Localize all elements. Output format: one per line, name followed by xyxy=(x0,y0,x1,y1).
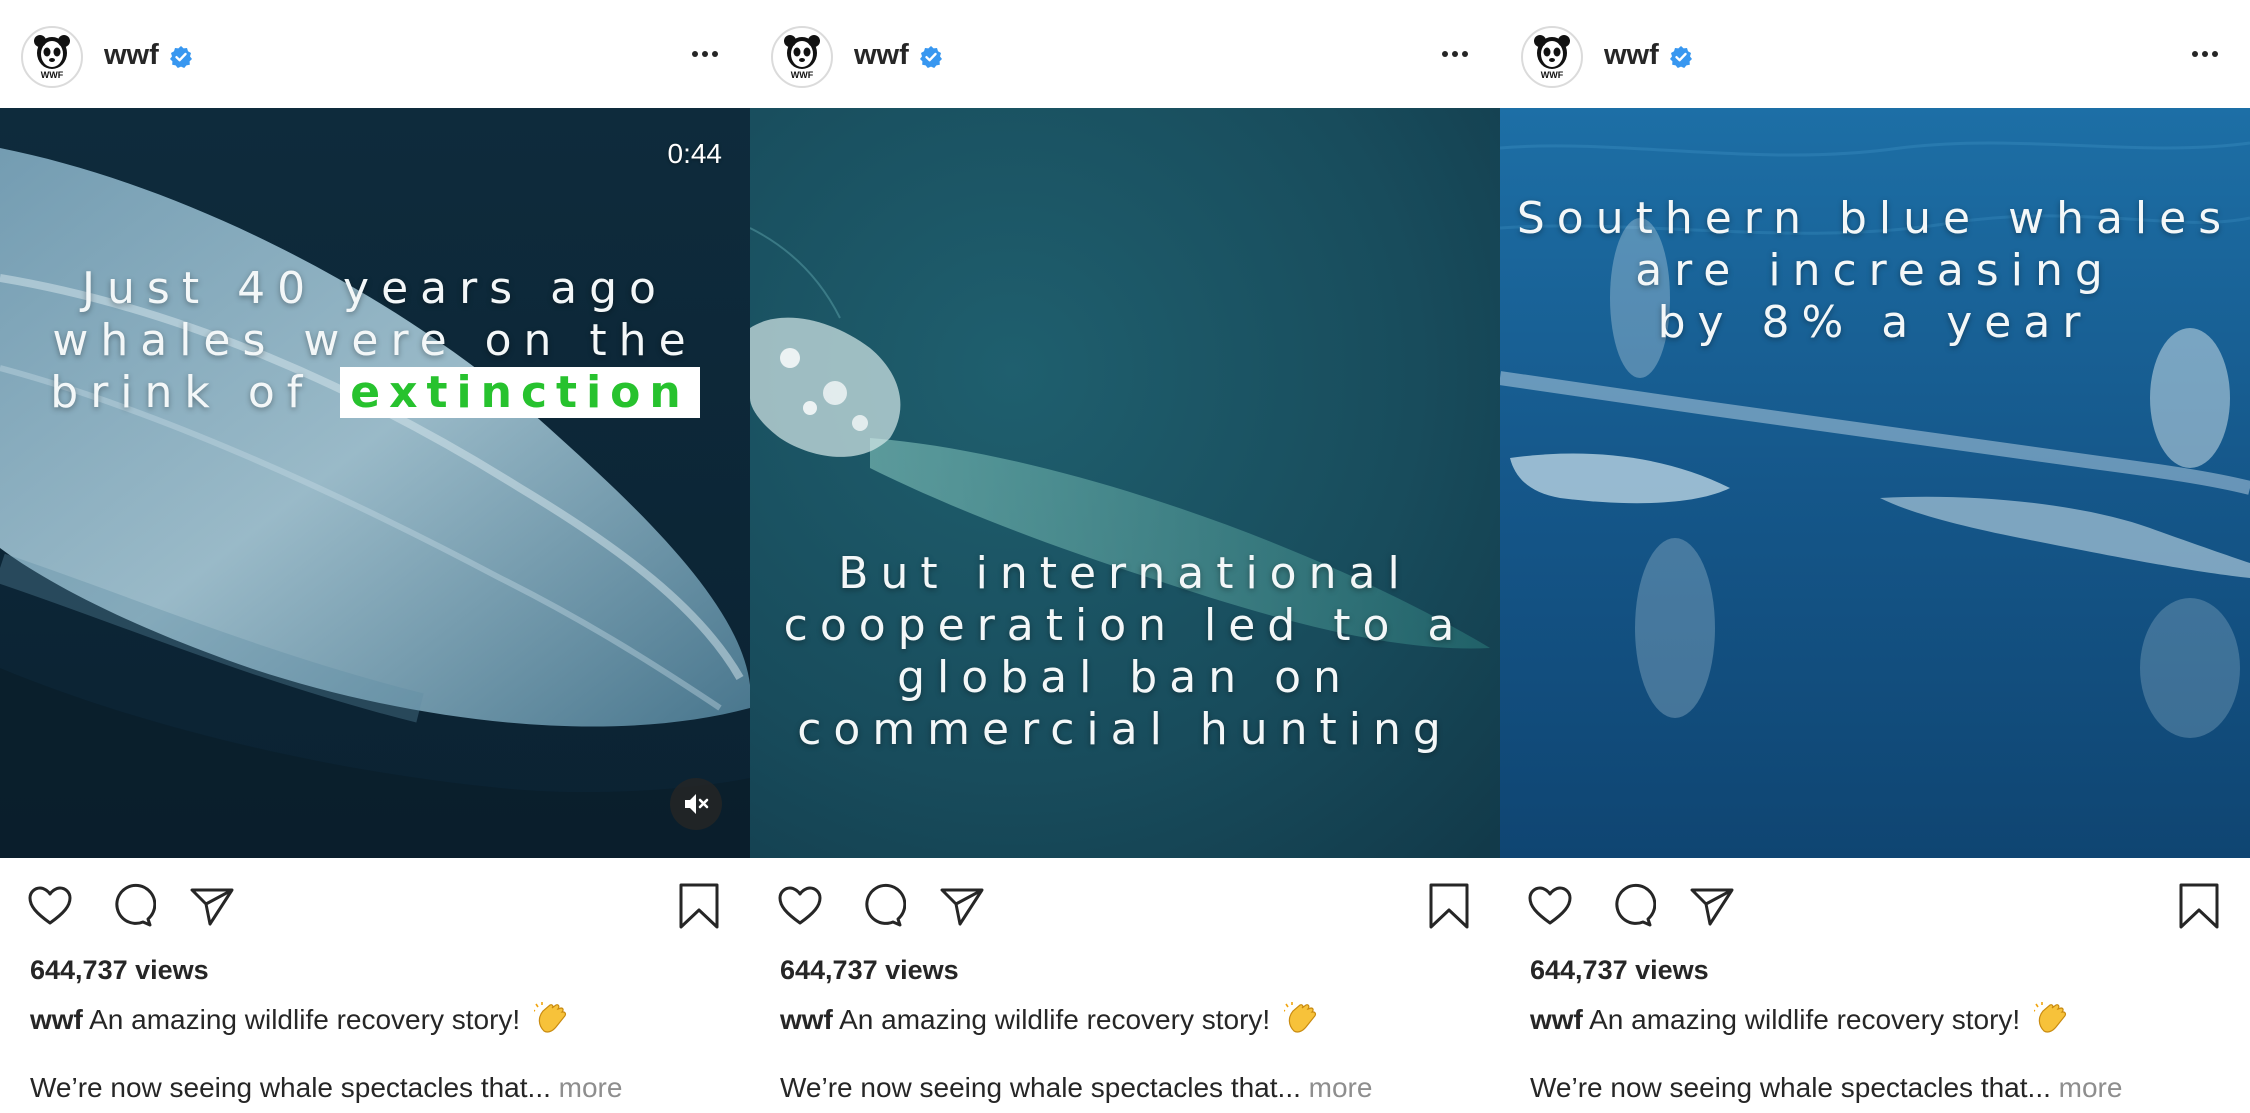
overlay-line: commercial hunting xyxy=(797,704,1453,755)
svg-text:WWF: WWF xyxy=(41,70,64,80)
overlay-line: But international xyxy=(838,548,1412,599)
overlay-line: by 8% a year xyxy=(1657,297,2093,348)
more-options-icon[interactable] xyxy=(2188,37,2222,71)
more-options-icon[interactable] xyxy=(1438,37,1472,71)
view-count[interactable]: 644,737 views xyxy=(30,955,209,986)
paper-plane-icon[interactable] xyxy=(188,882,236,930)
clapping-hands-emoji xyxy=(533,1002,567,1033)
post-card-1: WWF wwf 0:44 Just 40 years ago whales we… xyxy=(0,0,750,1113)
more-link[interactable]: more xyxy=(2059,1072,2123,1103)
paper-plane-icon[interactable] xyxy=(1688,882,1736,930)
wwf-panda-logo-icon[interactable]: WWF xyxy=(1521,26,1583,88)
post-video[interactable]: Southern blue whales are increasing by 8… xyxy=(1500,108,2250,858)
overlay-line: global ban on xyxy=(897,652,1353,703)
caption-text: An amazing wildlife recovery story! xyxy=(89,1004,521,1035)
clapping-hands-emoji xyxy=(2033,1002,2067,1033)
username[interactable]: wwf xyxy=(104,39,159,72)
clapping-hands-emoji xyxy=(1283,1002,1317,1033)
caption-more-text: We’re now seeing whale spectacles that..… xyxy=(1530,1072,2051,1103)
post-header: WWF wwf xyxy=(0,3,750,108)
more-link[interactable]: more xyxy=(1309,1072,1373,1103)
video-overlay-text: Just 40 years ago whales were on the bri… xyxy=(0,263,750,419)
overlay-line: Southern blue whales xyxy=(1516,193,2234,244)
overlay-line: Just 40 years ago xyxy=(82,263,668,314)
username[interactable]: wwf xyxy=(1604,39,1659,72)
overlay-line: whales were on the xyxy=(52,315,698,366)
post-card-3: WWF wwf Southern blue whales are increas… xyxy=(1500,0,2250,1113)
post-card-2: WWF wwf But international cooperation le… xyxy=(750,0,1500,1113)
post-caption: wwf An amazing wildlife recovery story! xyxy=(780,1001,1320,1036)
caption-username[interactable]: wwf xyxy=(780,1004,833,1035)
video-overlay-text: Southern blue whales are increasing by 8… xyxy=(1500,193,2250,349)
username[interactable]: wwf xyxy=(854,39,909,72)
svg-text:WWF: WWF xyxy=(1541,70,1564,80)
view-count[interactable]: 644,737 views xyxy=(780,955,959,986)
caption-continuation: We’re now seeing whale spectacles that..… xyxy=(30,1072,622,1104)
post-actions xyxy=(750,870,1500,940)
post-caption: wwf An amazing wildlife recovery story! xyxy=(1530,1001,2070,1036)
heart-icon[interactable] xyxy=(26,882,74,930)
caption-continuation: We’re now seeing whale spectacles that..… xyxy=(1530,1072,2122,1104)
caption-continuation: We’re now seeing whale spectacles that..… xyxy=(780,1072,1372,1104)
verified-badge-icon xyxy=(1670,46,1692,68)
heart-icon[interactable] xyxy=(776,882,824,930)
whale-video-frame xyxy=(0,108,750,858)
verified-badge-icon xyxy=(170,46,192,68)
bookmark-icon[interactable] xyxy=(2175,882,2223,930)
post-video[interactable]: 0:44 Just 40 years ago whales were on th… xyxy=(0,108,750,858)
wwf-panda-logo-icon[interactable]: WWF xyxy=(771,26,833,88)
verified-badge-icon xyxy=(920,46,942,68)
svg-text:WWF: WWF xyxy=(791,70,814,80)
more-options-icon[interactable] xyxy=(688,37,722,71)
overlay-line: brink of xyxy=(50,367,315,418)
wwf-panda-logo-icon[interactable]: WWF xyxy=(21,26,83,88)
post-actions xyxy=(1500,870,2250,940)
video-overlay-text: But international cooperation led to a g… xyxy=(750,548,1500,756)
paper-plane-icon[interactable] xyxy=(938,882,986,930)
caption-username[interactable]: wwf xyxy=(30,1004,83,1035)
overlay-line: are increasing xyxy=(1635,245,2115,296)
overlay-line: cooperation led to a xyxy=(783,600,1467,651)
comment-icon[interactable] xyxy=(1608,882,1657,930)
highlight-word: extinction xyxy=(340,367,700,418)
view-count[interactable]: 644,737 views xyxy=(1530,955,1709,986)
bookmark-icon[interactable] xyxy=(675,882,723,930)
post-header: WWF wwf xyxy=(750,3,1500,108)
post-caption: wwf An amazing wildlife recovery story! xyxy=(30,1001,570,1036)
muted-speaker-icon[interactable] xyxy=(670,778,722,830)
post-video[interactable]: But international cooperation led to a g… xyxy=(750,108,1500,858)
overlay-line-with-highlight: brink of extinction xyxy=(0,367,750,419)
caption-text: An amazing wildlife recovery story! xyxy=(1589,1004,2021,1035)
caption-text: An amazing wildlife recovery story! xyxy=(839,1004,1271,1035)
heart-icon[interactable] xyxy=(1526,882,1574,930)
comment-icon[interactable] xyxy=(108,882,157,930)
bookmark-icon[interactable] xyxy=(1425,882,1473,930)
comment-icon[interactable] xyxy=(858,882,907,930)
caption-username[interactable]: wwf xyxy=(1530,1004,1583,1035)
post-actions xyxy=(0,870,750,940)
video-timer: 0:44 xyxy=(667,138,723,169)
caption-more-text: We’re now seeing whale spectacles that..… xyxy=(780,1072,1301,1103)
more-link[interactable]: more xyxy=(559,1072,623,1103)
post-header: WWF wwf xyxy=(1500,3,2250,108)
caption-more-text: We’re now seeing whale spectacles that..… xyxy=(30,1072,551,1103)
